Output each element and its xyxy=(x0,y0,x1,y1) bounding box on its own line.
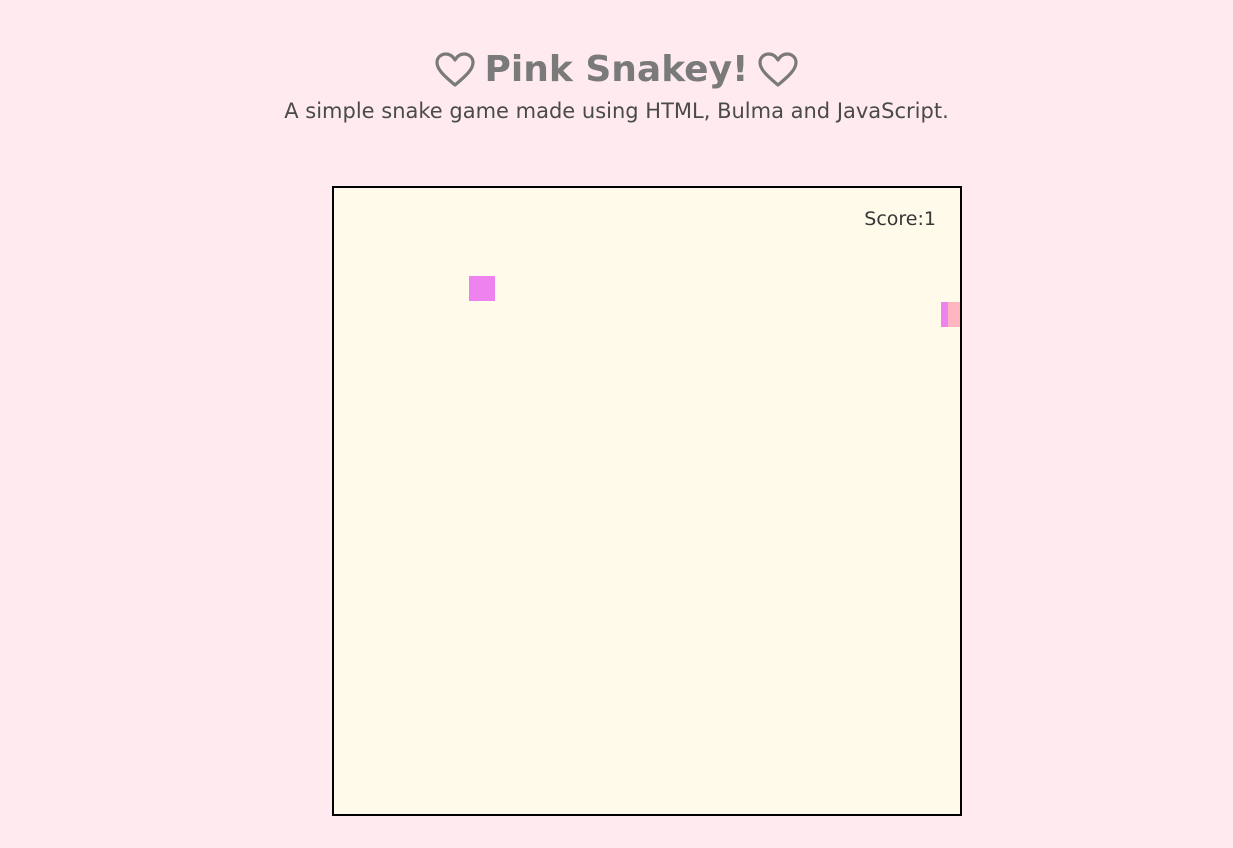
score-label: Score: xyxy=(864,208,924,230)
snake-head xyxy=(941,302,948,327)
score-value: 1 xyxy=(923,208,936,230)
heart-outline-icon xyxy=(758,52,799,88)
hero-header: Pink Snakey! A simple snake game made us… xyxy=(0,44,1233,126)
snake-body-segment xyxy=(948,302,960,327)
score-display: Score: 1 xyxy=(864,208,936,230)
food-item xyxy=(469,276,495,301)
page-subtitle: A simple snake game made using HTML, Bul… xyxy=(284,99,949,123)
heart-outline-icon xyxy=(434,52,475,88)
game-board[interactable]: Score: 1 xyxy=(332,186,962,816)
page-title: Pink Snakey! xyxy=(0,44,1233,96)
page-title-text: Pink Snakey! xyxy=(484,49,749,90)
